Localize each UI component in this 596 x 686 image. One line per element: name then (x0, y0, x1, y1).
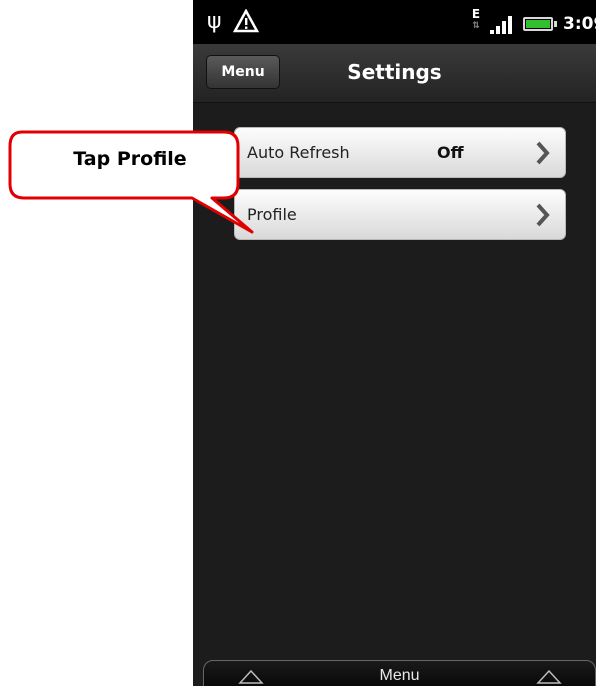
network-type-label: E (471, 7, 481, 21)
triangle-up-icon (536, 669, 562, 684)
network-type-indicator: E ⇅ (469, 7, 483, 32)
setting-value: Off (437, 143, 464, 162)
bottom-menu-bar[interactable]: Menu (203, 660, 596, 686)
status-time: 3:09PM (563, 14, 596, 36)
callout-text: Tap Profile (73, 148, 187, 170)
signal-strength-icon (490, 14, 516, 34)
data-arrows-icon: ⇅ (472, 21, 480, 31)
chevron-right-icon (536, 203, 550, 227)
chevron-right-icon (536, 141, 550, 165)
screenshot-canvas: ψ E ⇅ 3:09PM Menu Settings (0, 0, 596, 686)
battery-icon (523, 17, 557, 31)
callout-bubble (8, 130, 254, 234)
time-value: 3:09 (563, 14, 596, 34)
